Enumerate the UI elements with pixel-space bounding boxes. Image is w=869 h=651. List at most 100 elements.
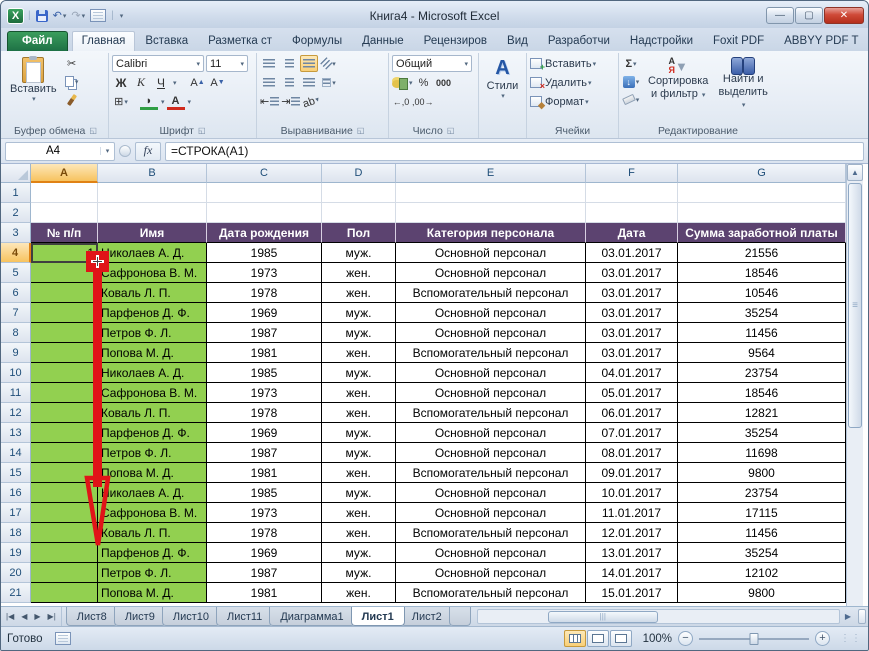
cell[interactable] [586,183,678,203]
data-cell[interactable]: Основной персонал [396,383,586,403]
scroll-right-icon[interactable]: ▶ [840,612,856,621]
row-header[interactable]: 13 [1,423,31,443]
normal-view-button[interactable] [564,630,586,647]
row-header[interactable]: 12 [1,403,31,423]
data-cell[interactable]: Попова М. Д. [98,583,207,603]
number-format-combo[interactable]: Общий ▾ [392,55,472,72]
autosum-button[interactable]: Σ ▾ [622,55,640,72]
data-cell[interactable]: 35254 [678,303,846,323]
data-cell[interactable]: Парфенов Д. Ф. [98,543,207,563]
prev-sheet-button[interactable]: ◀ [18,612,30,621]
vertical-scroll-thumb[interactable] [848,183,862,428]
column-header[interactable]: A [31,164,98,183]
undo-button[interactable]: ↶ ▾ [52,8,68,24]
data-cell[interactable]: 9800 [678,463,846,483]
zoom-level-label[interactable]: 100% [638,633,672,645]
data-cell[interactable]: 03.01.2017 [586,283,678,303]
ribbon-tab[interactable]: Рецензиров [414,31,497,51]
row-header[interactable]: 2 [1,203,31,223]
ribbon-tab[interactable]: Разработчи [538,31,620,51]
file-tab[interactable]: Файл [7,31,68,51]
data-cell[interactable]: 08.01.2017 [586,443,678,463]
data-cell[interactable]: Коваль Л. П. [98,523,207,543]
data-cell[interactable]: 18546 [678,263,846,283]
data-cell[interactable] [31,563,98,583]
row-header[interactable]: 8 [1,323,31,343]
italic-button[interactable]: К [132,74,150,91]
data-cell[interactable]: Основной персонал [396,263,586,283]
dialog-launcher-icon[interactable]: ◱ [198,126,206,135]
ribbon-tab[interactable]: Вставка [135,31,198,51]
find-select-button[interactable]: Найти и выделить ▾ [712,55,774,113]
table-header-cell[interactable]: Сумма заработной платы [678,223,846,243]
data-cell[interactable]: муж. [322,563,396,583]
cell[interactable] [678,183,846,203]
data-cell[interactable]: 17115 [678,503,846,523]
ribbon-tab[interactable]: Вид [497,31,538,51]
cell[interactable] [31,203,98,223]
data-cell[interactable]: Сафронова В. М. [98,263,207,283]
column-header[interactable]: G [678,164,846,183]
column-header[interactable]: C [207,164,322,183]
data-cell[interactable]: Коваль Л. П. [98,403,207,423]
data-cell[interactable] [31,383,98,403]
data-cell[interactable]: Вспомогательный персонал [396,403,586,423]
data-cell[interactable]: жен. [322,383,396,403]
data-cell[interactable]: 15.01.2017 [586,583,678,603]
data-cell[interactable] [31,343,98,363]
data-cell[interactable]: Сафронова В. М. [98,383,207,403]
insert-sheet-tab[interactable] [448,607,471,626]
data-cell[interactable] [31,423,98,443]
row-header[interactable]: 11 [1,383,31,403]
dialog-launcher-icon[interactable]: ◱ [357,126,365,135]
row-header[interactable]: 3 [1,223,31,243]
cell[interactable] [207,203,322,223]
data-cell[interactable]: жен. [322,283,396,303]
data-cell[interactable]: 12.01.2017 [586,523,678,543]
data-cell[interactable]: Основной персонал [396,543,586,563]
formula-input[interactable]: =СТРОКА(A1) [165,141,864,161]
data-cell[interactable] [31,483,98,503]
data-cell[interactable]: 35254 [678,423,846,443]
data-cell[interactable]: Вспомогательный персонал [396,343,586,363]
fill-button[interactable]: ↓ ▾ [622,73,640,90]
row-header[interactable]: 15 [1,463,31,483]
data-cell[interactable]: 12102 [678,563,846,583]
data-cell[interactable]: 9564 [678,343,846,363]
data-cell[interactable]: 1987 [207,563,322,583]
excel-logo-icon[interactable]: X [7,7,24,24]
first-sheet-button[interactable]: |◀ [3,612,17,621]
row-header[interactable]: 7 [1,303,31,323]
cell[interactable] [98,183,207,203]
data-cell[interactable]: 1973 [207,263,322,283]
data-cell[interactable]: 1969 [207,543,322,563]
copy-button[interactable]: ▾ [63,73,81,90]
data-cell[interactable]: Попова М. Д. [98,463,207,483]
data-cell[interactable]: 10546 [678,283,846,303]
shrink-font-button[interactable]: А ▼ [209,74,227,91]
data-cell[interactable]: 9800 [678,583,846,603]
data-cell[interactable]: 21556 [678,243,846,263]
ribbon-tab[interactable]: ABBYY PDF T [774,31,868,51]
align-center-button[interactable] [280,74,298,91]
minimize-button[interactable]: — [766,7,794,24]
data-cell[interactable]: муж. [322,423,396,443]
align-middle-button[interactable] [280,55,298,72]
data-cell[interactable]: Парфенов Д. Ф. [98,303,207,323]
accounting-format-button[interactable]: ▾ [392,74,413,91]
last-sheet-button[interactable]: ▶| [45,612,59,621]
data-cell[interactable]: Вспомогательный персонал [396,583,586,603]
data-cell[interactable]: Основной персонал [396,483,586,503]
redo-button[interactable]: ↷ ▾ [70,8,86,24]
sheet-tab-Лист8[interactable]: Лист8 [65,607,118,626]
row-header[interactable]: 17 [1,503,31,523]
data-cell[interactable]: 1981 [207,463,322,483]
data-cell[interactable]: 1985 [207,243,322,263]
row-header[interactable]: 18 [1,523,31,543]
data-cell[interactable]: Сафронова В. М. [98,503,207,523]
cut-button[interactable]: ✂ [63,55,81,72]
cell[interactable] [322,203,396,223]
data-cell[interactable]: Петров Ф. Л. [98,563,207,583]
sort-filter-button[interactable]: АЯ ▼ Сортировка и фильтр ▾ [644,55,712,102]
data-cell[interactable]: муж. [322,303,396,323]
